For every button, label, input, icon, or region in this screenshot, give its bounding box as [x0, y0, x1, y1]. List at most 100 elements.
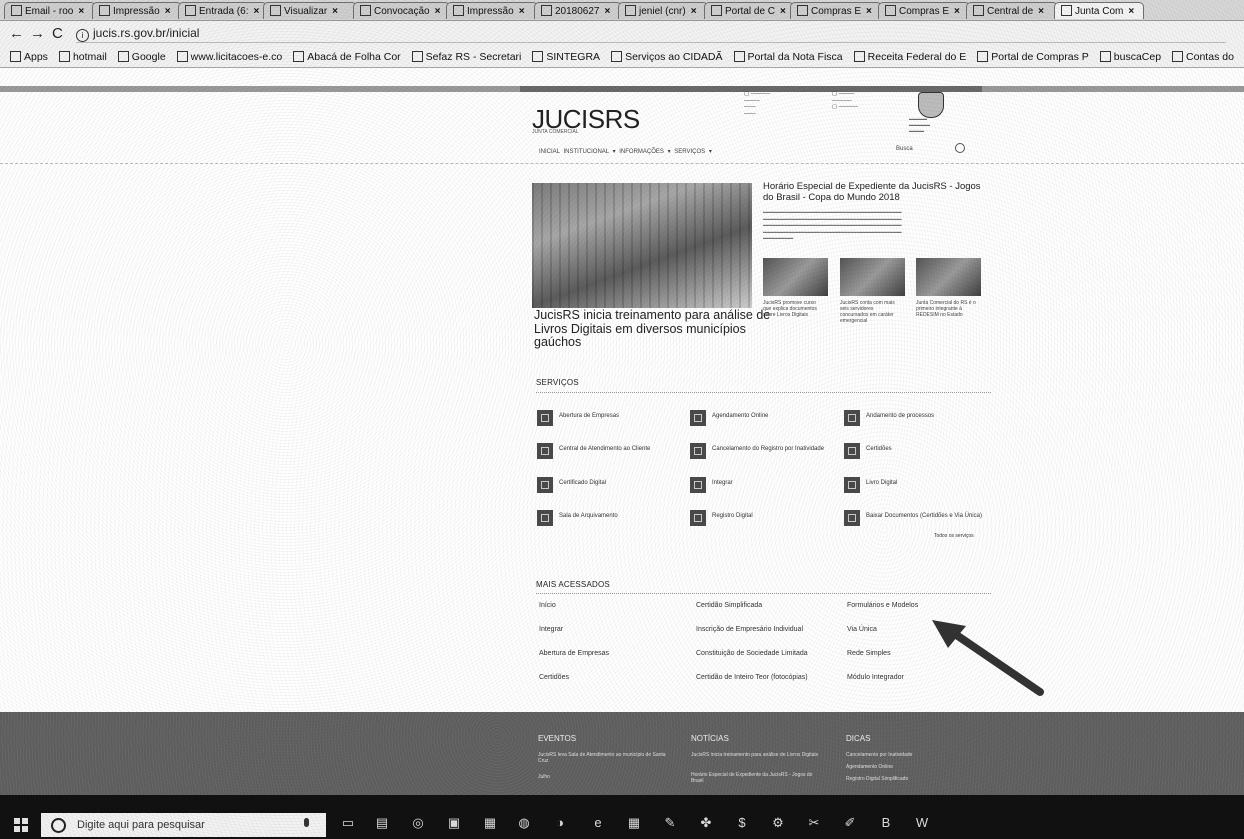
hero-headline[interactable]: JucisRS inicia treinamento para análise …: [534, 308, 774, 350]
bookmark-item[interactable]: Portal de Compras P: [977, 46, 1089, 67]
store-icon[interactable]: ▣: [446, 816, 462, 830]
process-icon[interactable]: [844, 410, 860, 426]
book-icon[interactable]: [844, 477, 860, 493]
browser-tab[interactable]: Visualizar ×: [263, 2, 357, 19]
windows-start-icon[interactable]: [14, 818, 28, 832]
bookmark-item[interactable]: hotmail: [58, 46, 107, 67]
network-app-icon[interactable]: ✤: [698, 816, 714, 830]
service-link[interactable]: Registro Digital: [712, 513, 832, 520]
browser-tab[interactable]: Entrada (6: ×: [178, 2, 267, 19]
browser-tab[interactable]: Portal de C ×: [704, 2, 794, 19]
bookmark-item[interactable]: Sefaz RS - Secretari: [411, 46, 521, 67]
close-tab-icon[interactable]: ×: [1038, 6, 1044, 17]
bookmark-item[interactable]: Receita Federal do E: [853, 46, 966, 67]
mais-acessado-link[interactable]: Formulários e Modelos: [847, 602, 987, 609]
footer-noticias-item-1[interactable]: JucisRS inicia treinamento para análise …: [691, 752, 821, 758]
browser-tab[interactable]: Impressão ×: [92, 2, 182, 19]
close-tab-icon[interactable]: ×: [866, 6, 872, 17]
mais-acessado-link[interactable]: Integrar: [539, 626, 679, 633]
forward-arrow-icon[interactable]: →: [30, 25, 45, 42]
back-arrow-icon[interactable]: ←: [9, 25, 24, 42]
footer-dicas-item-1[interactable]: Cancelamento por Inatividade: [846, 752, 976, 758]
photos-icon[interactable]: ◍: [516, 816, 532, 830]
featured-headline[interactable]: Horário Especial de Expediente da JucisR…: [763, 181, 988, 203]
support-icon[interactable]: [537, 443, 553, 459]
search-icon[interactable]: [955, 143, 965, 153]
mais-acessado-link[interactable]: Início: [539, 602, 679, 609]
footer-dicas-item-2[interactable]: Agendamento Online: [846, 764, 976, 770]
bookmark-item[interactable]: Apps: [10, 46, 48, 67]
service-link[interactable]: Baixar Documentos (Certidões e Via Única…: [866, 513, 986, 520]
task-view-icon[interactable]: ▭: [340, 816, 356, 830]
taskbar-search-input[interactable]: Digite aqui para pesquisar: [41, 813, 326, 837]
mais-acessado-link[interactable]: Inscrição de Empresário Individual: [696, 626, 836, 633]
download-icon[interactable]: [844, 510, 860, 526]
close-tab-icon[interactable]: ×: [78, 6, 84, 17]
service-link[interactable]: Livro Digital: [866, 480, 986, 487]
footer-eventos-item-1[interactable]: JucisRS leva Sala de Atendimento ao muni…: [538, 752, 668, 764]
edge-icon[interactable]: e: [590, 816, 606, 830]
pen-icon[interactable]: ✐: [842, 816, 858, 830]
bookmark-item[interactable]: Serviços ao CIDADÃ: [611, 46, 723, 67]
mais-acessado-link[interactable]: Certidão Simplificada: [696, 602, 836, 609]
footer-noticias-item-2[interactable]: Horário Especial de Expediente da JucisR…: [691, 772, 821, 784]
close-tab-icon[interactable]: ×: [780, 6, 786, 17]
main-nav[interactable]: INICIAL INSTITUCIONAL ▾ INFORMAÇÕES ▾ SE…: [539, 148, 712, 155]
mais-acessado-link[interactable]: Certidão de Inteiro Teor (fotocópias): [696, 674, 836, 681]
footer-eventos-item-2[interactable]: Julho: [538, 774, 668, 780]
browser-tab[interactable]: Convocação ×: [353, 2, 450, 19]
cancel-icon[interactable]: [690, 443, 706, 459]
mais-acessado-link[interactable]: Abertura de Empresas: [539, 650, 679, 657]
news-thumb-1[interactable]: [763, 258, 828, 296]
file-explorer-icon[interactable]: ▤: [374, 816, 390, 830]
news-thumb-3[interactable]: [916, 258, 981, 296]
word-icon[interactable]: W: [914, 816, 930, 830]
browser-tab[interactable]: Compras E ×: [790, 2, 882, 19]
chrome-icon[interactable]: ◎: [410, 816, 426, 830]
integrate-icon[interactable]: [690, 477, 706, 493]
close-tab-icon[interactable]: ×: [691, 6, 697, 17]
digital-cert-icon[interactable]: [537, 477, 553, 493]
register-icon[interactable]: [690, 510, 706, 526]
mais-acessado-link[interactable]: Constituição de Sociedade Limitada: [696, 650, 836, 657]
service-link[interactable]: Certificado Digital: [559, 480, 679, 487]
paint-icon[interactable]: ✎: [662, 816, 678, 830]
browser-tab[interactable]: Compras E ×: [878, 2, 970, 19]
bookmark-item[interactable]: Portal da Nota Fisca: [733, 46, 843, 67]
bookmark-item[interactable]: Contas do: [1172, 46, 1234, 67]
service-link[interactable]: Abertura de Empresas: [559, 413, 679, 420]
news-thumb-caption-1[interactable]: JucisRS promove curso que explica docume…: [763, 300, 825, 318]
building-icon[interactable]: [537, 410, 553, 426]
calendar-icon[interactable]: [690, 410, 706, 426]
b-app-icon[interactable]: B: [878, 816, 894, 830]
news-thumb-caption-3[interactable]: Junta Comercial do RS é o primeiro integ…: [916, 300, 978, 318]
browser-tab[interactable]: 20180627 ×: [534, 2, 622, 19]
browser-tab[interactable]: Email - roo ×: [4, 2, 96, 19]
close-tab-icon[interactable]: ×: [253, 6, 259, 17]
media-icon[interactable]: ◑: [552, 816, 568, 830]
close-tab-icon[interactable]: ×: [519, 6, 525, 17]
browser-tab[interactable]: Impressão ×: [446, 2, 538, 19]
microphone-icon[interactable]: [304, 818, 309, 827]
service-link[interactable]: Agendamento Online: [712, 413, 832, 420]
url-input[interactable]: i jucis.rs.gov.br/inicial: [76, 24, 1226, 43]
site-search-input[interactable]: Busca: [896, 146, 913, 152]
info-icon[interactable]: i: [76, 29, 89, 42]
news-thumb-caption-2[interactable]: JucisRS conta com mais seis servidores c…: [840, 300, 902, 324]
hero-image[interactable]: [532, 183, 752, 308]
reload-icon[interactable]: C: [52, 25, 63, 42]
service-link[interactable]: Certidões: [866, 446, 986, 453]
browser-tab[interactable]: Central de ×: [966, 2, 1058, 19]
browser-tab[interactable]: jeniel (cnr) ×: [618, 2, 708, 19]
close-tab-icon[interactable]: ×: [435, 6, 441, 17]
news-thumb-2[interactable]: [840, 258, 905, 296]
app-grid-icon[interactable]: ▦: [482, 816, 498, 830]
close-tab-icon[interactable]: ×: [954, 6, 960, 17]
close-tab-icon[interactable]: ×: [605, 6, 611, 17]
calculator-icon[interactable]: ▦: [626, 816, 642, 830]
site-logo[interactable]: JUCISRS JUNTA COMERCIAL: [532, 104, 640, 135]
finance-app-icon[interactable]: $: [734, 816, 750, 830]
bookmark-item[interactable]: SINTEGRA: [532, 46, 600, 67]
snipping-icon[interactable]: ✂: [806, 816, 822, 830]
mais-acessado-link[interactable]: Certidões: [539, 674, 679, 681]
